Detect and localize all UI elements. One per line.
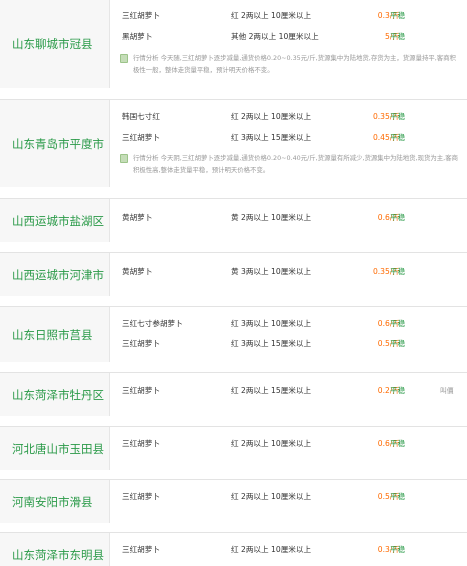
trend: 平稳	[390, 386, 406, 395]
product-name: 黑胡萝卜	[122, 32, 153, 41]
product-spec: 红 2两以上 10厘米以上	[231, 492, 312, 501]
product-name: 三红胡萝卜	[122, 439, 160, 448]
region-name[interactable]: 山西运城市河津市	[0, 253, 110, 296]
market-block: 河北唐山市玉田县 三红胡萝卜 红 2两以上 10厘米以上 0.6/斤 平稳	[0, 426, 467, 470]
market-block: 河南安阳市滑县 三红胡萝卜 红 2两以上 10厘米以上 0.5/斤 平稳	[0, 479, 467, 523]
region-name[interactable]: 山东青岛市平度市	[0, 100, 110, 187]
product-name: 三红胡萝卜	[122, 386, 160, 395]
product-spec: 红 3两以上 10厘米以上	[231, 319, 312, 328]
product-name: 三红七寸参胡萝卜	[122, 319, 183, 328]
product-spec: 其他 2两以上 10厘米以上	[231, 32, 319, 41]
analysis-text: 行情分析 今天随,三红胡萝卜逐步减量,通货价格0.20~0.35元/斤,货源集中…	[133, 54, 456, 74]
trend: 平稳	[390, 133, 406, 142]
product-spec: 红 3两以上 15厘米以上	[231, 339, 312, 348]
market-block: 山东青岛市平度市 韩国七寸红 红 2两以上 10厘米以上 0.35/斤 平稳 三…	[0, 99, 467, 187]
product-spec: 黄 3两以上 10厘米以上	[231, 267, 312, 276]
product-spec: 红 2两以上 10厘米以上	[231, 11, 312, 20]
trend: 平稳	[390, 112, 406, 121]
region-name[interactable]: 山东聊城市冠县	[0, 0, 110, 88]
product-name: 黄胡萝卜	[122, 213, 153, 222]
note-icon	[120, 54, 128, 63]
region-name[interactable]: 山东日照市莒县	[0, 307, 110, 362]
product-spec: 红 2两以上 15厘米以上	[231, 386, 312, 395]
table-row: 黄胡萝卜 黄 3两以上 10厘米以上 0.35/斤 平稳	[110, 261, 467, 283]
product-name: 黄胡萝卜	[122, 267, 153, 276]
market-analysis: 行情分析 今天阴,三红胡萝卜逐步减量,通货价格0.20~0.40元/斤,货源量有…	[120, 153, 462, 176]
market-block: 山东菏泽市东明县 三红胡萝卜 红 2两以上 10厘米以上 0.3/斤 平稳	[0, 532, 467, 566]
product-spec: 红 2两以上 10厘米以上	[231, 112, 312, 121]
analysis-text: 行情分析 今天阴,三红胡萝卜逐步减量,通货价格0.20~0.40元/斤,货源量有…	[133, 154, 458, 174]
region-name[interactable]: 河南安阳市滑县	[0, 480, 110, 523]
market-block: 山西运城市盐湖区 黄胡萝卜 黄 2两以上 10厘米以上 0.6/斤 平稳	[0, 198, 467, 242]
product-spec: 红 2两以上 10厘米以上	[231, 545, 312, 554]
note-icon	[120, 154, 128, 163]
region-name[interactable]: 山东菏泽市牡丹区	[0, 373, 110, 416]
product-name: 三红胡萝卜	[122, 545, 160, 554]
market-analysis: 行情分析 今天随,三红胡萝卜逐步减量,通货价格0.20~0.35元/斤,货源集中…	[120, 53, 462, 76]
table-row: 三红胡萝卜 红 2两以上 15厘米以上 0.2/斤 平稳 叫價	[110, 380, 467, 402]
region-name[interactable]: 山西运城市盐湖区	[0, 199, 110, 242]
product-spec: 红 3两以上 15厘米以上	[231, 133, 312, 142]
product-name: 三红胡萝卜	[122, 133, 160, 142]
region-name[interactable]: 河北唐山市玉田县	[0, 427, 110, 470]
table-row: 三红胡萝卜 红 2两以上 10厘米以上 0.3/斤 平稳	[110, 5, 467, 27]
trend: 平稳	[390, 545, 406, 554]
table-row: 韩国七寸红 红 2两以上 10厘米以上 0.35/斤 平稳	[110, 106, 467, 128]
trend: 平稳	[390, 32, 406, 41]
market-block: 山西运城市河津市 黄胡萝卜 黄 3两以上 10厘米以上 0.35/斤 平稳	[0, 252, 467, 296]
product-name: 三红胡萝卜	[122, 339, 160, 348]
trend: 平稳	[390, 439, 406, 448]
table-row: 三红胡萝卜 红 2两以上 10厘米以上 0.6/斤 平稳	[110, 433, 467, 455]
market-block: 山东聊城市冠县 三红胡萝卜 红 2两以上 10厘米以上 0.3/斤 平稳 黑胡萝…	[0, 0, 467, 88]
region-name[interactable]: 山东菏泽市东明县	[0, 533, 110, 566]
table-row: 三红七寸参胡萝卜 红 3两以上 10厘米以上 0.6/斤 平稳	[110, 313, 467, 335]
table-row: 三红胡萝卜 红 3两以上 15厘米以上 0.5/斤 平稳	[110, 333, 467, 355]
product-spec: 黄 2两以上 10厘米以上	[231, 213, 312, 222]
trend: 平稳	[390, 319, 406, 328]
trend: 平稳	[390, 213, 406, 222]
product-name: 韩国七寸红	[122, 112, 160, 121]
table-row: 三红胡萝卜 红 2两以上 10厘米以上 0.3/斤 平稳	[110, 539, 467, 561]
product-name: 三红胡萝卜	[122, 492, 160, 501]
trend: 平稳	[390, 492, 406, 501]
product-name: 三红胡萝卜	[122, 11, 160, 20]
market-block: 山东日照市莒县 三红七寸参胡萝卜 红 3两以上 10厘米以上 0.6/斤 平稳 …	[0, 306, 467, 362]
table-row: 黄胡萝卜 黄 2两以上 10厘米以上 0.6/斤 平稳	[110, 207, 467, 229]
price-inquiry-link[interactable]: 叫價	[440, 380, 454, 402]
product-spec: 红 2两以上 10厘米以上	[231, 439, 312, 448]
table-row: 黑胡萝卜 其他 2两以上 10厘米以上 5/斤 平稳	[110, 26, 467, 48]
market-block: 山东菏泽市牡丹区 三红胡萝卜 红 2两以上 15厘米以上 0.2/斤 平稳 叫價	[0, 372, 467, 416]
table-row: 三红胡萝卜 红 2两以上 10厘米以上 0.5/斤 平稳	[110, 486, 467, 508]
trend: 平稳	[390, 11, 406, 20]
trend: 平稳	[390, 339, 406, 348]
trend: 平稳	[390, 267, 406, 276]
table-row: 三红胡萝卜 红 3两以上 15厘米以上 0.45/斤 平稳	[110, 127, 467, 149]
